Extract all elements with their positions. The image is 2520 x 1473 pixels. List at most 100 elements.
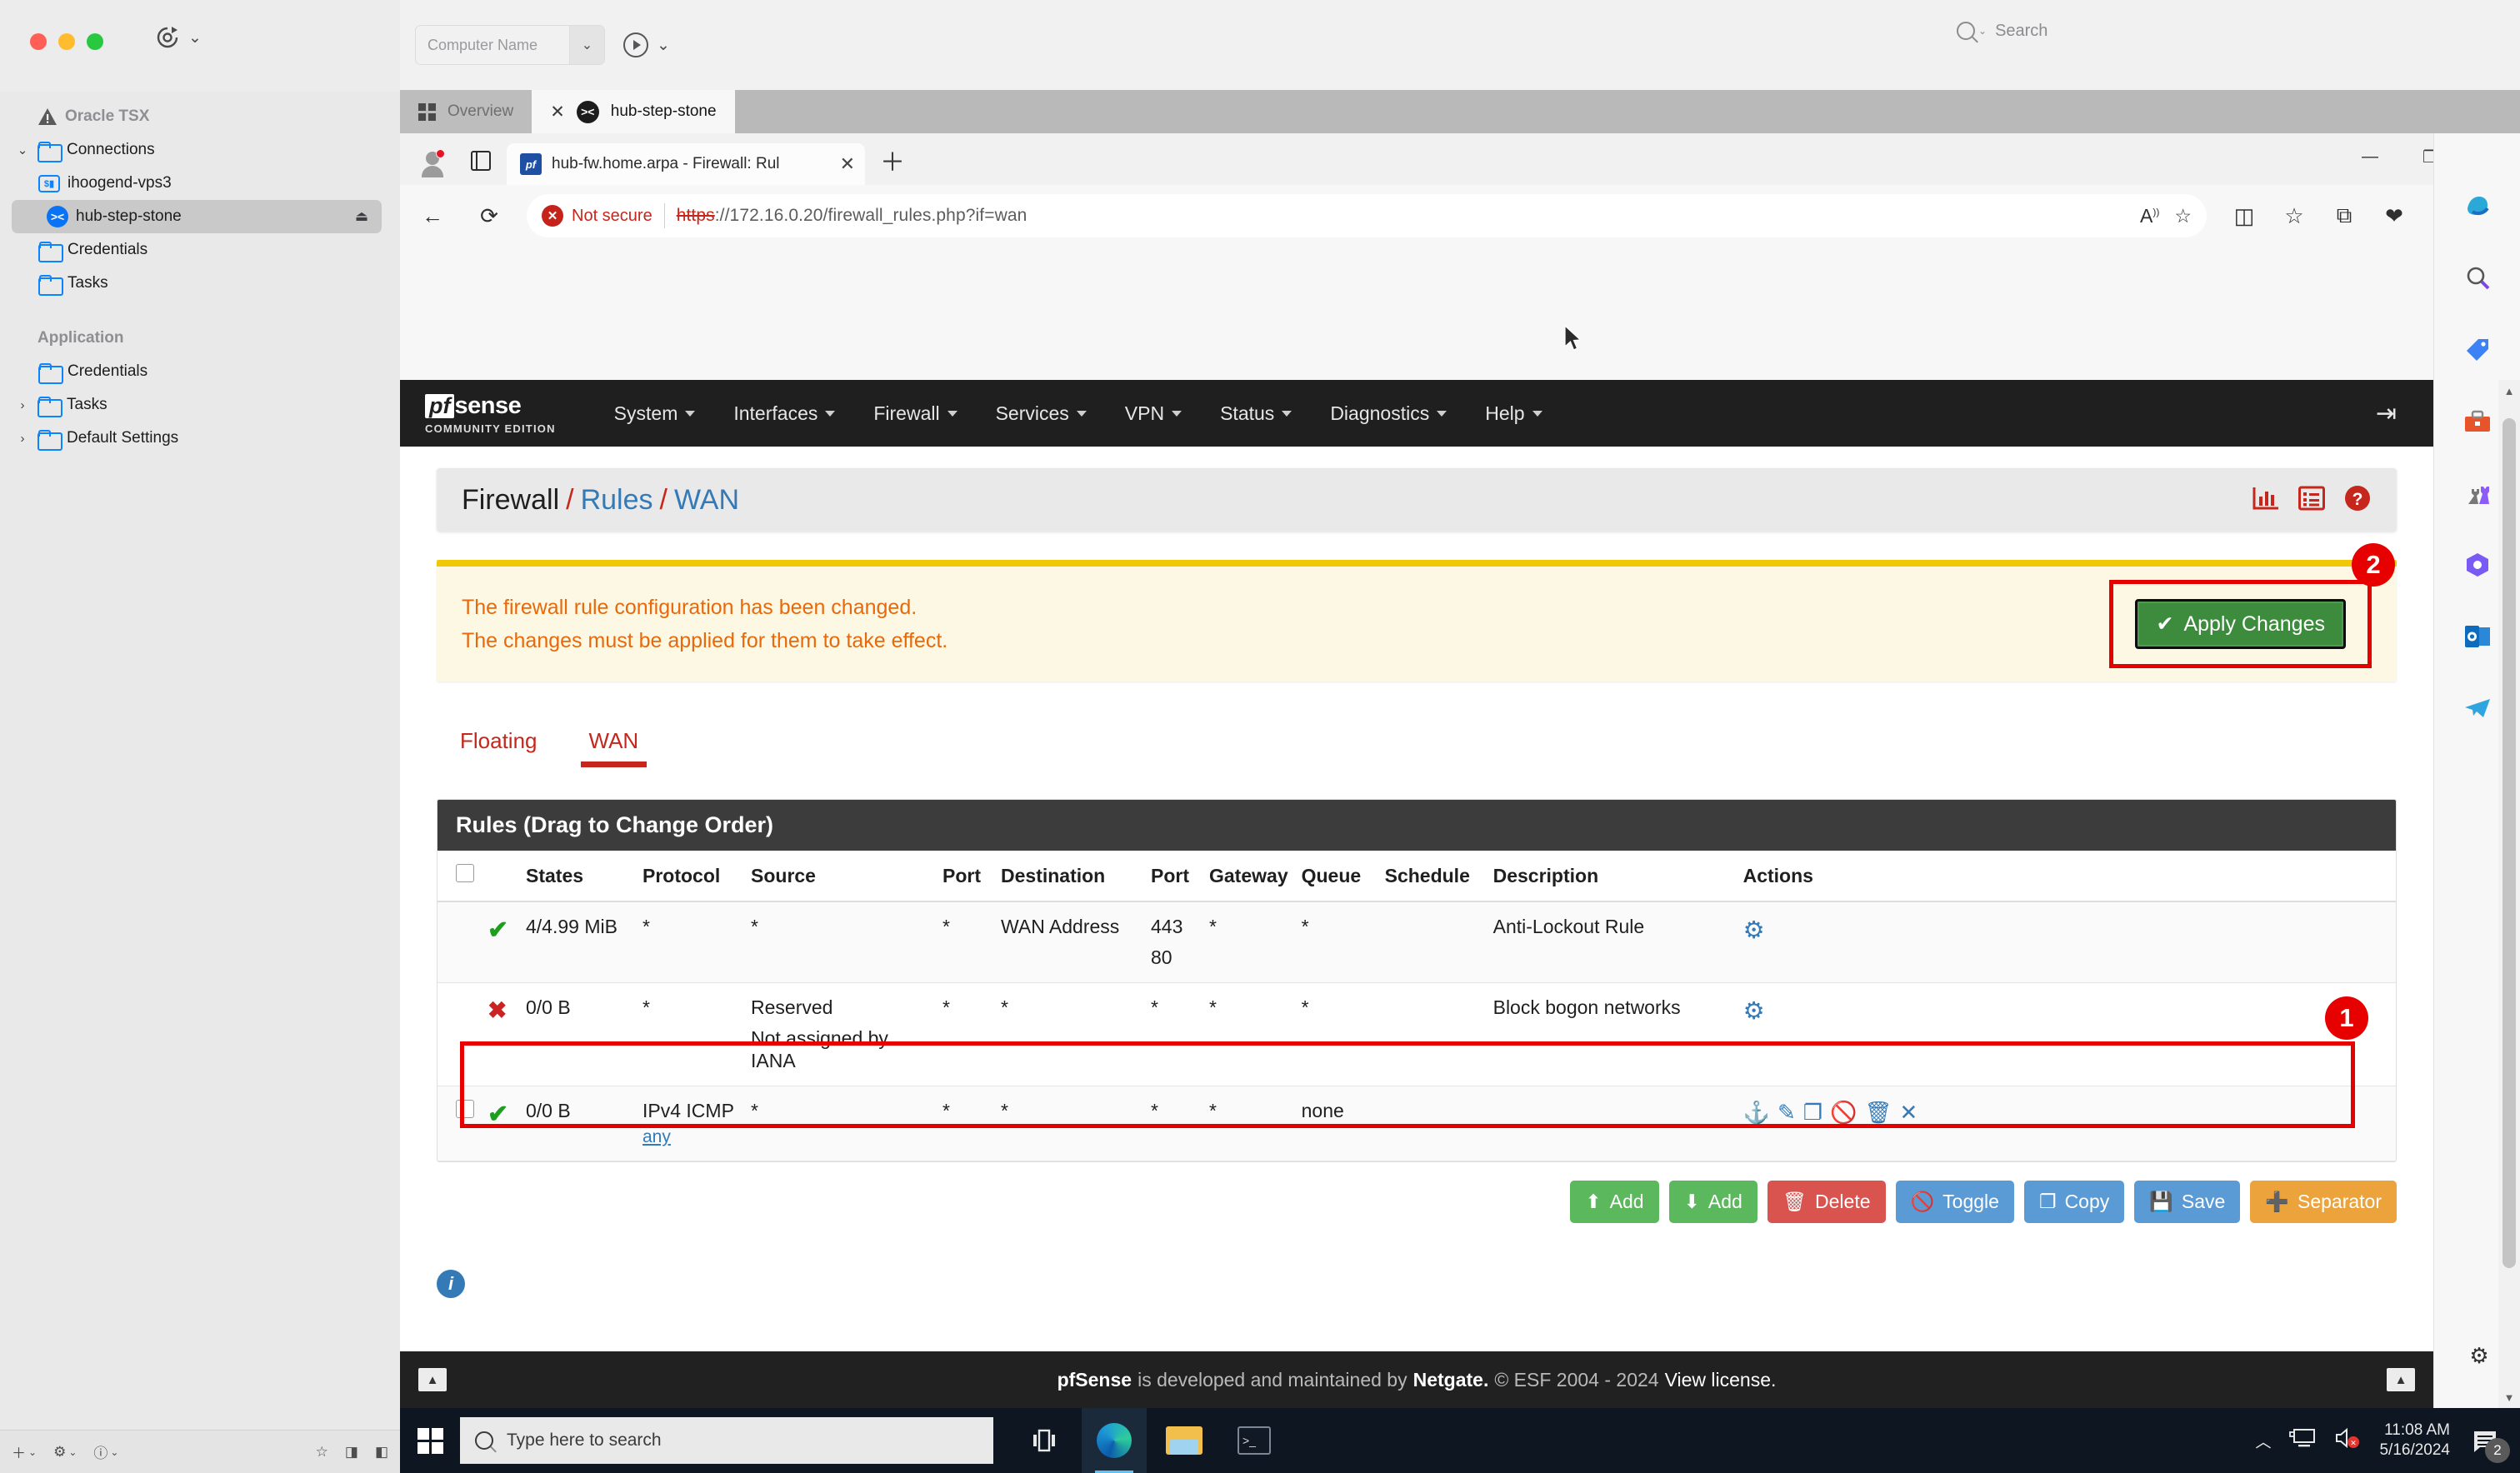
gear-icon[interactable]: ⚙ <box>1743 998 1765 1025</box>
toggle-button[interactable]: 🚫Toggle <box>1896 1181 2014 1223</box>
profile-icon[interactable] <box>410 140 455 185</box>
table-row[interactable]: ✖ 0/0 B * Reserved Not assigned by IANA … <box>438 983 2396 1086</box>
star-icon[interactable]: ☆ <box>316 1444 328 1461</box>
row-select[interactable] <box>438 901 481 983</box>
list-icon[interactable] <box>2298 486 2325 515</box>
menu-interfaces[interactable]: Interfaces <box>715 394 853 433</box>
system-tray[interactable]: ︿ ✕ 11:08 AM 5/16/2024 2 <box>2255 1421 2520 1461</box>
row-actions[interactable]: ⚙ <box>1737 901 2396 983</box>
play-circle-icon[interactable] <box>623 32 648 57</box>
row-states[interactable]: 4/4.99 MiB <box>519 901 636 983</box>
pencil-icon[interactable]: ✎ <box>1778 1100 1796 1126</box>
column-select-all[interactable] <box>438 851 481 901</box>
add-item-button[interactable]: ＋⌄ <box>12 1441 37 1462</box>
gear-icon[interactable]: ⚙⌄ <box>53 1444 77 1461</box>
info-icon[interactable]: i <box>437 1270 465 1298</box>
copy-icon[interactable]: ❐ <box>1803 1100 1822 1126</box>
close-icon[interactable]: ✕ <box>840 153 855 175</box>
search-icon[interactable] <box>2459 260 2496 297</box>
separator-button[interactable]: ➕Separator <box>2250 1181 2397 1223</box>
rules-action-buttons[interactable]: ⬆Add ⬇Add 🗑Delete 🚫Toggle ❐Copy 💾Save ➕S… <box>437 1181 2397 1223</box>
back-arrow-icon[interactable]: ← <box>413 197 452 235</box>
row-select[interactable] <box>438 1086 481 1161</box>
scroll-top-button[interactable]: ▲ <box>418 1368 447 1391</box>
apply-changes-button[interactable]: ✔ Apply Changes <box>2135 599 2346 649</box>
chevron-down-icon[interactable]: ⌄ <box>657 37 670 53</box>
address-bar[interactable]: ✕ Not secure https://172.16.0.20/firewal… <box>527 194 2207 237</box>
notifications-icon[interactable]: 2 <box>2468 1423 2503 1458</box>
info-icon[interactable]: ⓘ⌄ <box>93 1441 118 1462</box>
tab-floating[interactable]: Floating <box>445 720 552 767</box>
trash-icon[interactable]: 🗑 <box>1864 1100 1892 1126</box>
row-actions[interactable]: ⚙ <box>1737 983 2396 1086</box>
tools-icon[interactable] <box>2459 403 2496 440</box>
edge-icon[interactable] <box>1082 1408 1147 1473</box>
terminal-icon[interactable]: >_ <box>1222 1408 1287 1473</box>
breadcrumb-wan[interactable]: WAN <box>674 484 739 516</box>
collections-icon[interactable]: ⧉ <box>2325 197 2363 235</box>
rdp-tab-overview[interactable]: Overview <box>400 90 532 133</box>
menu-system[interactable]: System <box>596 394 714 433</box>
row-checkbox[interactable] <box>456 1100 474 1118</box>
close-window-button[interactable] <box>30 33 47 50</box>
row-states[interactable]: 0/0 B <box>519 1086 636 1161</box>
chevron-down-icon[interactable]: ⌄ <box>15 142 30 157</box>
sidebar-item-connections[interactable]: ⌄ Connections <box>0 133 388 167</box>
connections-tree[interactable]: › Oracle TSX ⌄ Connections $▮ ihoogend-v… <box>0 100 388 455</box>
sidebar-item-app-credentials[interactable]: Credentials <box>0 355 388 388</box>
logout-icon[interactable]: ⇥ <box>2376 399 2408 428</box>
pfsense-menu[interactable]: System Interfaces Firewall Services VPN … <box>596 394 1561 433</box>
rdp-search-field[interactable]: ⌄ Search <box>1948 12 2498 50</box>
chart-icon[interactable] <box>2252 486 2280 515</box>
add-rule-down-button[interactable]: ⬇Add <box>1669 1181 1758 1223</box>
not-secure-indicator[interactable]: ✕ Not secure <box>542 205 652 227</box>
footer-license-link[interactable]: View license. <box>1665 1369 1777 1391</box>
menu-diagnostics[interactable]: Diagnostics <box>1312 394 1465 433</box>
menu-vpn[interactable]: VPN <box>1107 394 1200 433</box>
sidebar-item-default-settings[interactable]: › Default Settings <box>0 422 388 455</box>
file-explorer-icon[interactable] <box>1152 1408 1217 1473</box>
reload-icon[interactable]: ⟳ <box>470 197 508 235</box>
breadcrumb[interactable]: Firewall/Rules/WAN <box>462 484 739 517</box>
chevron-right-icon[interactable]: › <box>15 432 30 446</box>
games-icon[interactable] <box>2459 475 2496 512</box>
computer-name-combobox[interactable]: Computer Name ⌄ <box>415 25 605 65</box>
scrollbar-thumb[interactable] <box>2502 418 2516 1268</box>
menu-services[interactable]: Services <box>978 394 1105 433</box>
table-row[interactable]: ✔ 4/4.99 MiB * * * WAN Address 443 80 <box>438 901 2396 983</box>
rdp-tab-hub-step-stone[interactable]: ✕ >< hub-step-stone <box>532 90 734 133</box>
disable-icon[interactable]: 🚫 <box>1830 1100 1857 1126</box>
sidebar-item-hub-step-stone[interactable]: >< hub-step-stone ⏏ <box>12 200 382 233</box>
connect-controls[interactable]: ⌄ <box>623 32 670 57</box>
scroll-bottom-button[interactable]: ▲ <box>2387 1368 2415 1391</box>
window-traffic-lights[interactable] <box>30 33 103 50</box>
copilot-icon[interactable] <box>2459 188 2496 225</box>
refresh-icon[interactable] <box>155 25 180 50</box>
panel-left-icon[interactable]: ◨ <box>345 1444 358 1461</box>
pfsense-logo[interactable]: pfsense COMMUNITY EDITION <box>425 392 556 435</box>
row-states[interactable]: 0/0 B <box>519 983 636 1086</box>
minimize-window-button[interactable] <box>58 33 75 50</box>
copy-button[interactable]: ❐Copy <box>2024 1181 2124 1223</box>
network-icon[interactable] <box>2289 1427 2316 1454</box>
gear-icon[interactable]: ⚙ <box>1743 917 1765 944</box>
telegram-icon[interactable] <box>2459 690 2496 727</box>
page-header-actions[interactable]: ? <box>2252 484 2372 517</box>
chevron-right-icon[interactable]: › <box>15 398 30 412</box>
browser-essentials-icon[interactable]: ❤ <box>2375 197 2413 235</box>
taskbar-search-input[interactable]: Type here to search <box>460 1417 993 1464</box>
sidebar-item-credentials[interactable]: Credentials <box>0 233 388 267</box>
anchor-icon[interactable]: ⚓ <box>1743 1100 1770 1126</box>
read-aloud-icon[interactable]: A)) <box>2140 205 2159 227</box>
new-tab-button[interactable]: ＋ <box>880 142 905 178</box>
select-all-checkbox[interactable] <box>456 864 474 882</box>
menu-status[interactable]: Status <box>1202 394 1310 433</box>
panel-right-icon[interactable]: ◧ <box>375 1444 388 1461</box>
taskbar-clock[interactable]: 11:08 AM 5/16/2024 <box>2379 1421 2450 1461</box>
microsoft-365-icon[interactable] <box>2459 547 2496 583</box>
breadcrumb-rules[interactable]: Rules <box>581 484 653 516</box>
sidebar-item-ihoogend-vps3[interactable]: $▮ ihoogend-vps3 <box>0 167 388 200</box>
scroll-down-arrow[interactable]: ▼ <box>2498 1386 2520 1408</box>
star-icon[interactable]: ☆ <box>2174 205 2192 227</box>
menu-firewall[interactable]: Firewall <box>855 394 975 433</box>
